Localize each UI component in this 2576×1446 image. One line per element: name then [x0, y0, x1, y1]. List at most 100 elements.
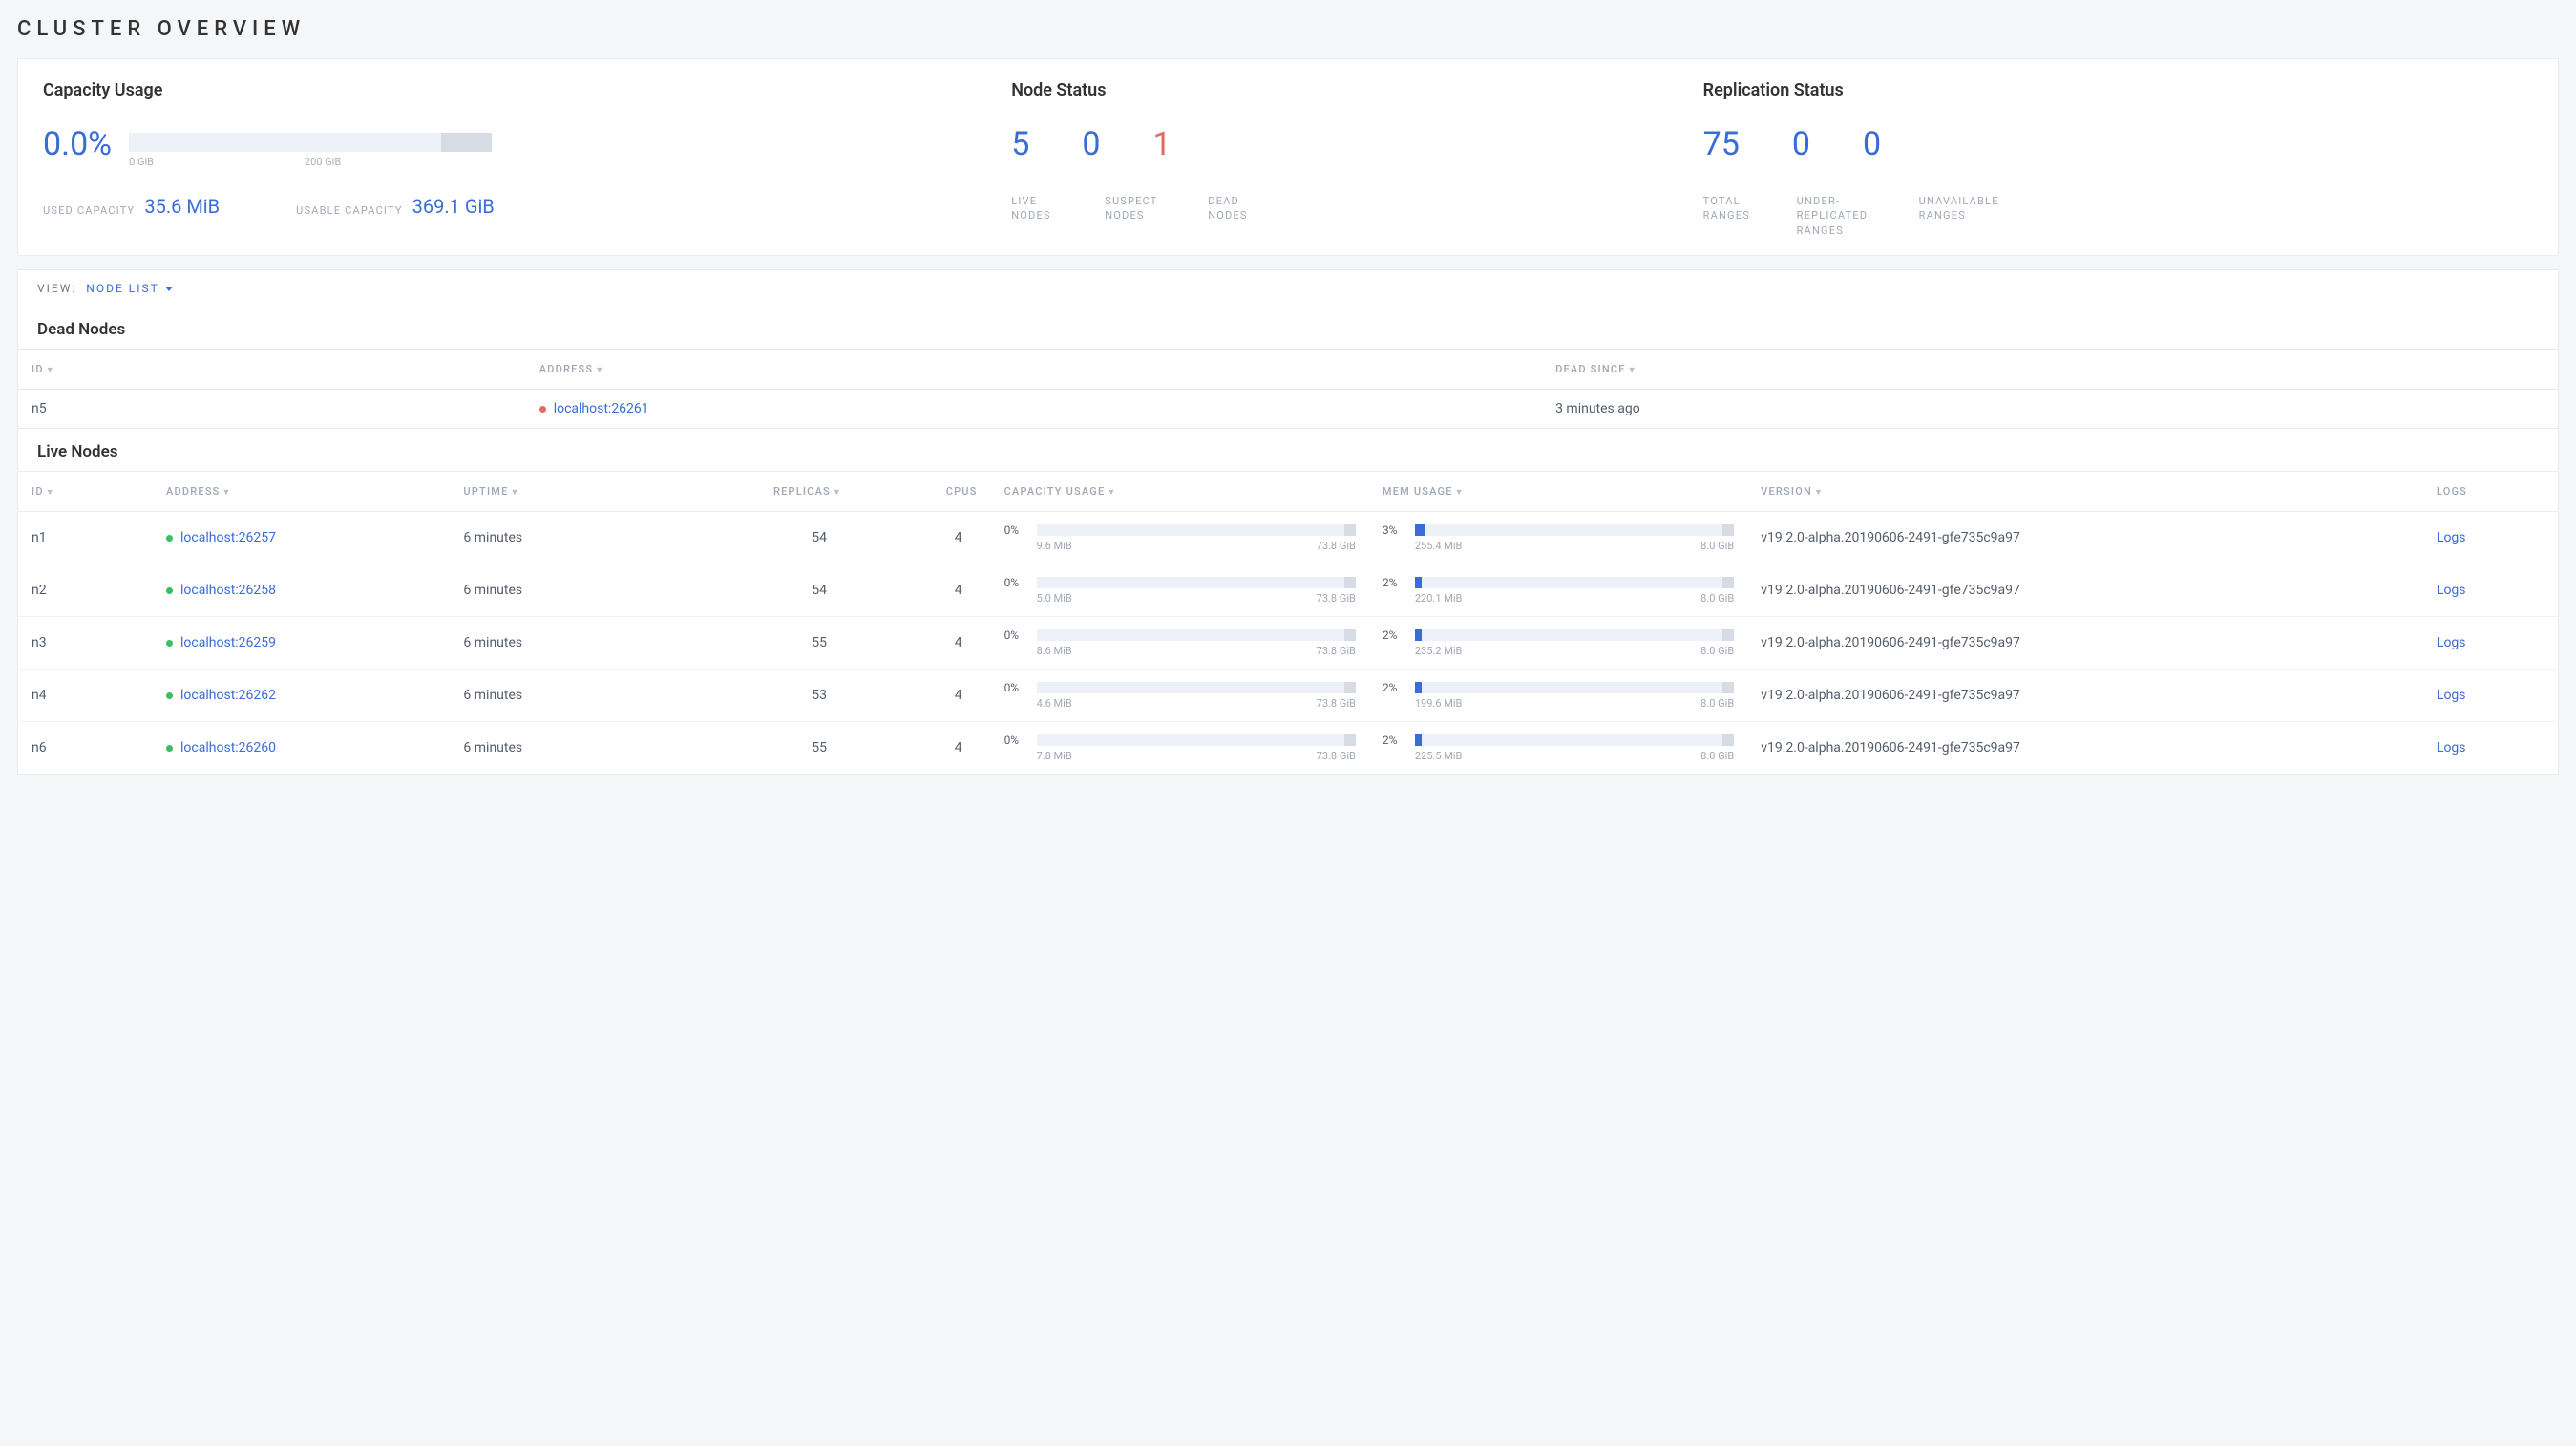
cell-version: v19.2.0-alpha.20190606-2491-gfe735c9a97 — [1747, 670, 2423, 722]
table-row: n3localhost:262596 minutes5540%8.6 MiB73… — [18, 617, 2559, 670]
cell-address: localhost:26259 — [153, 617, 450, 670]
address-link[interactable]: localhost:26259 — [180, 635, 276, 650]
col-uptime[interactable]: UPTIME▼ — [450, 472, 665, 512]
col-address[interactable]: ADDRESS▼ — [153, 472, 450, 512]
unavailable-ranges-label: UNAVAILABLE RANGES — [1919, 194, 2015, 238]
address-link[interactable]: localhost:26260 — [180, 740, 276, 755]
live-nodes-table: ID▼ ADDRESS▼ UPTIME▼ REPLICAS▼ CPUS CAPA… — [17, 471, 2559, 775]
cell-id: n3 — [18, 617, 154, 670]
cell-address: localhost:26261 — [526, 390, 1542, 429]
cell-cpus: 4 — [855, 722, 991, 775]
live-nodes-label: LIVE NODES — [1011, 194, 1068, 223]
col-version[interactable]: VERSION▼ — [1747, 472, 2423, 512]
node-status-block: Node Status 5 0 1 LIVE NODES SUSPECT NOD… — [1011, 80, 1702, 238]
total-ranges-label: TOTAL RANGES — [1703, 194, 1770, 238]
cell-cpus: 4 — [855, 670, 991, 722]
cell-capacity-usage: 0%8.6 MiB73.8 GiB — [991, 617, 1369, 670]
node-status-title: Node Status — [1011, 80, 1702, 100]
cell-capacity-usage: 0%4.6 MiB73.8 GiB — [991, 670, 1369, 722]
capacity-bar-label-0: 0 GiB — [129, 156, 154, 168]
address-link[interactable]: localhost:26261 — [554, 401, 649, 416]
dead-nodes-title: Dead Nodes — [17, 307, 2559, 349]
capacity-block: Capacity Usage 0.0% 0 GiB 200 GiB — [43, 80, 1011, 238]
cell-id: n4 — [18, 670, 154, 722]
capacity-bar — [129, 133, 492, 152]
logs-link[interactable]: Logs — [2437, 530, 2466, 545]
under-replicated-count: 0 — [1792, 125, 1810, 163]
cell-id: n6 — [18, 722, 154, 775]
col-logs: LOGS — [2423, 472, 2559, 512]
cell-version: v19.2.0-alpha.20190606-2491-gfe735c9a97 — [1747, 722, 2423, 775]
replication-title: Replication Status — [1703, 80, 2533, 100]
logs-link[interactable]: Logs — [2437, 635, 2466, 650]
capacity-title: Capacity Usage — [43, 80, 1011, 100]
status-dot-icon — [539, 406, 546, 413]
cell-uptime: 6 minutes — [450, 512, 665, 564]
cell-mem-usage: 3%255.4 MiB8.0 GiB — [1369, 512, 1747, 564]
status-dot-icon — [166, 587, 173, 594]
cell-version: v19.2.0-alpha.20190606-2491-gfe735c9a97 — [1747, 512, 2423, 564]
used-capacity-label: USED CAPACITY — [43, 203, 135, 218]
col-id[interactable]: ID▼ — [18, 472, 154, 512]
cell-logs: Logs — [2423, 512, 2559, 564]
dead-nodes-table: ID▼ ADDRESS▼ DEAD SINCE▼ n5 localhost:262… — [17, 349, 2559, 429]
status-dot-icon — [166, 640, 173, 647]
caret-down-icon — [165, 287, 173, 291]
cell-replicas: 55 — [666, 617, 855, 670]
stats-panel: Capacity Usage 0.0% 0 GiB 200 GiB — [17, 58, 2559, 256]
cell-mem-usage: 2%199.6 MiB8.0 GiB — [1369, 670, 1747, 722]
col-capacity-usage[interactable]: CAPACITY USAGE▼ — [991, 472, 1369, 512]
address-link[interactable]: localhost:26262 — [180, 688, 276, 703]
usable-capacity-label: USABLE CAPACITY — [296, 203, 403, 218]
cell-uptime: 6 minutes — [450, 617, 665, 670]
status-dot-icon — [166, 535, 173, 542]
status-dot-icon — [166, 692, 173, 699]
cell-address: localhost:26262 — [153, 670, 450, 722]
page-title: CLUSTER OVERVIEW — [17, 17, 2559, 41]
cell-mem-usage: 2%225.5 MiB8.0 GiB — [1369, 722, 1747, 775]
replication-block: Replication Status 75 0 0 TOTAL RANGES U… — [1703, 80, 2533, 238]
cell-replicas: 53 — [666, 670, 855, 722]
cell-address: localhost:26258 — [153, 564, 450, 617]
view-bar: VIEW: NODE LIST — [17, 269, 2559, 307]
view-value: NODE LIST — [86, 282, 159, 295]
col-id[interactable]: ID▼ — [18, 350, 526, 390]
dead-nodes-label: DEAD NODES — [1208, 194, 1265, 223]
cell-dead-since: 3 minutes ago — [1542, 390, 2558, 429]
cell-version: v19.2.0-alpha.20190606-2491-gfe735c9a97 — [1747, 564, 2423, 617]
table-row: n5 localhost:26261 3 minutes ago — [18, 390, 2559, 429]
cell-replicas: 55 — [666, 722, 855, 775]
address-link[interactable]: localhost:26258 — [180, 583, 276, 598]
dead-nodes-count: 1 — [1152, 125, 1171, 163]
cell-id: n5 — [18, 390, 526, 429]
col-replicas[interactable]: REPLICAS▼ — [666, 472, 855, 512]
logs-link[interactable]: Logs — [2437, 740, 2466, 755]
cell-capacity-usage: 0%7.8 MiB73.8 GiB — [991, 722, 1369, 775]
cell-version: v19.2.0-alpha.20190606-2491-gfe735c9a97 — [1747, 617, 2423, 670]
used-capacity-value: 35.6 MiB — [144, 195, 220, 218]
cell-replicas: 54 — [666, 512, 855, 564]
table-row: n6localhost:262606 minutes5540%7.8 MiB73… — [18, 722, 2559, 775]
cell-capacity-usage: 0%5.0 MiB73.8 GiB — [991, 564, 1369, 617]
address-link[interactable]: localhost:26257 — [180, 530, 276, 545]
suspect-nodes-label: SUSPECT NODES — [1105, 194, 1172, 223]
live-nodes-count: 5 — [1011, 125, 1029, 163]
live-nodes-title: Live Nodes — [17, 429, 2559, 471]
table-row: n4localhost:262626 minutes5340%4.6 MiB73… — [18, 670, 2559, 722]
cell-logs: Logs — [2423, 722, 2559, 775]
status-dot-icon — [166, 745, 173, 752]
cell-mem-usage: 2%235.2 MiB8.0 GiB — [1369, 617, 1747, 670]
cell-capacity-usage: 0%9.6 MiB73.8 GiB — [991, 512, 1369, 564]
cell-logs: Logs — [2423, 617, 2559, 670]
cell-mem-usage: 2%220.1 MiB8.0 GiB — [1369, 564, 1747, 617]
col-mem-usage[interactable]: MEM USAGE▼ — [1369, 472, 1747, 512]
view-label: VIEW: — [37, 282, 76, 295]
cell-cpus: 4 — [855, 564, 991, 617]
view-selector[interactable]: NODE LIST — [86, 282, 173, 295]
col-dead-since[interactable]: DEAD SINCE▼ — [1542, 350, 2558, 390]
capacity-bar-label-1: 200 GiB — [305, 156, 341, 168]
col-cpus[interactable]: CPUS — [855, 472, 991, 512]
logs-link[interactable]: Logs — [2437, 688, 2466, 703]
logs-link[interactable]: Logs — [2437, 583, 2466, 598]
col-address[interactable]: ADDRESS▼ — [526, 350, 1542, 390]
